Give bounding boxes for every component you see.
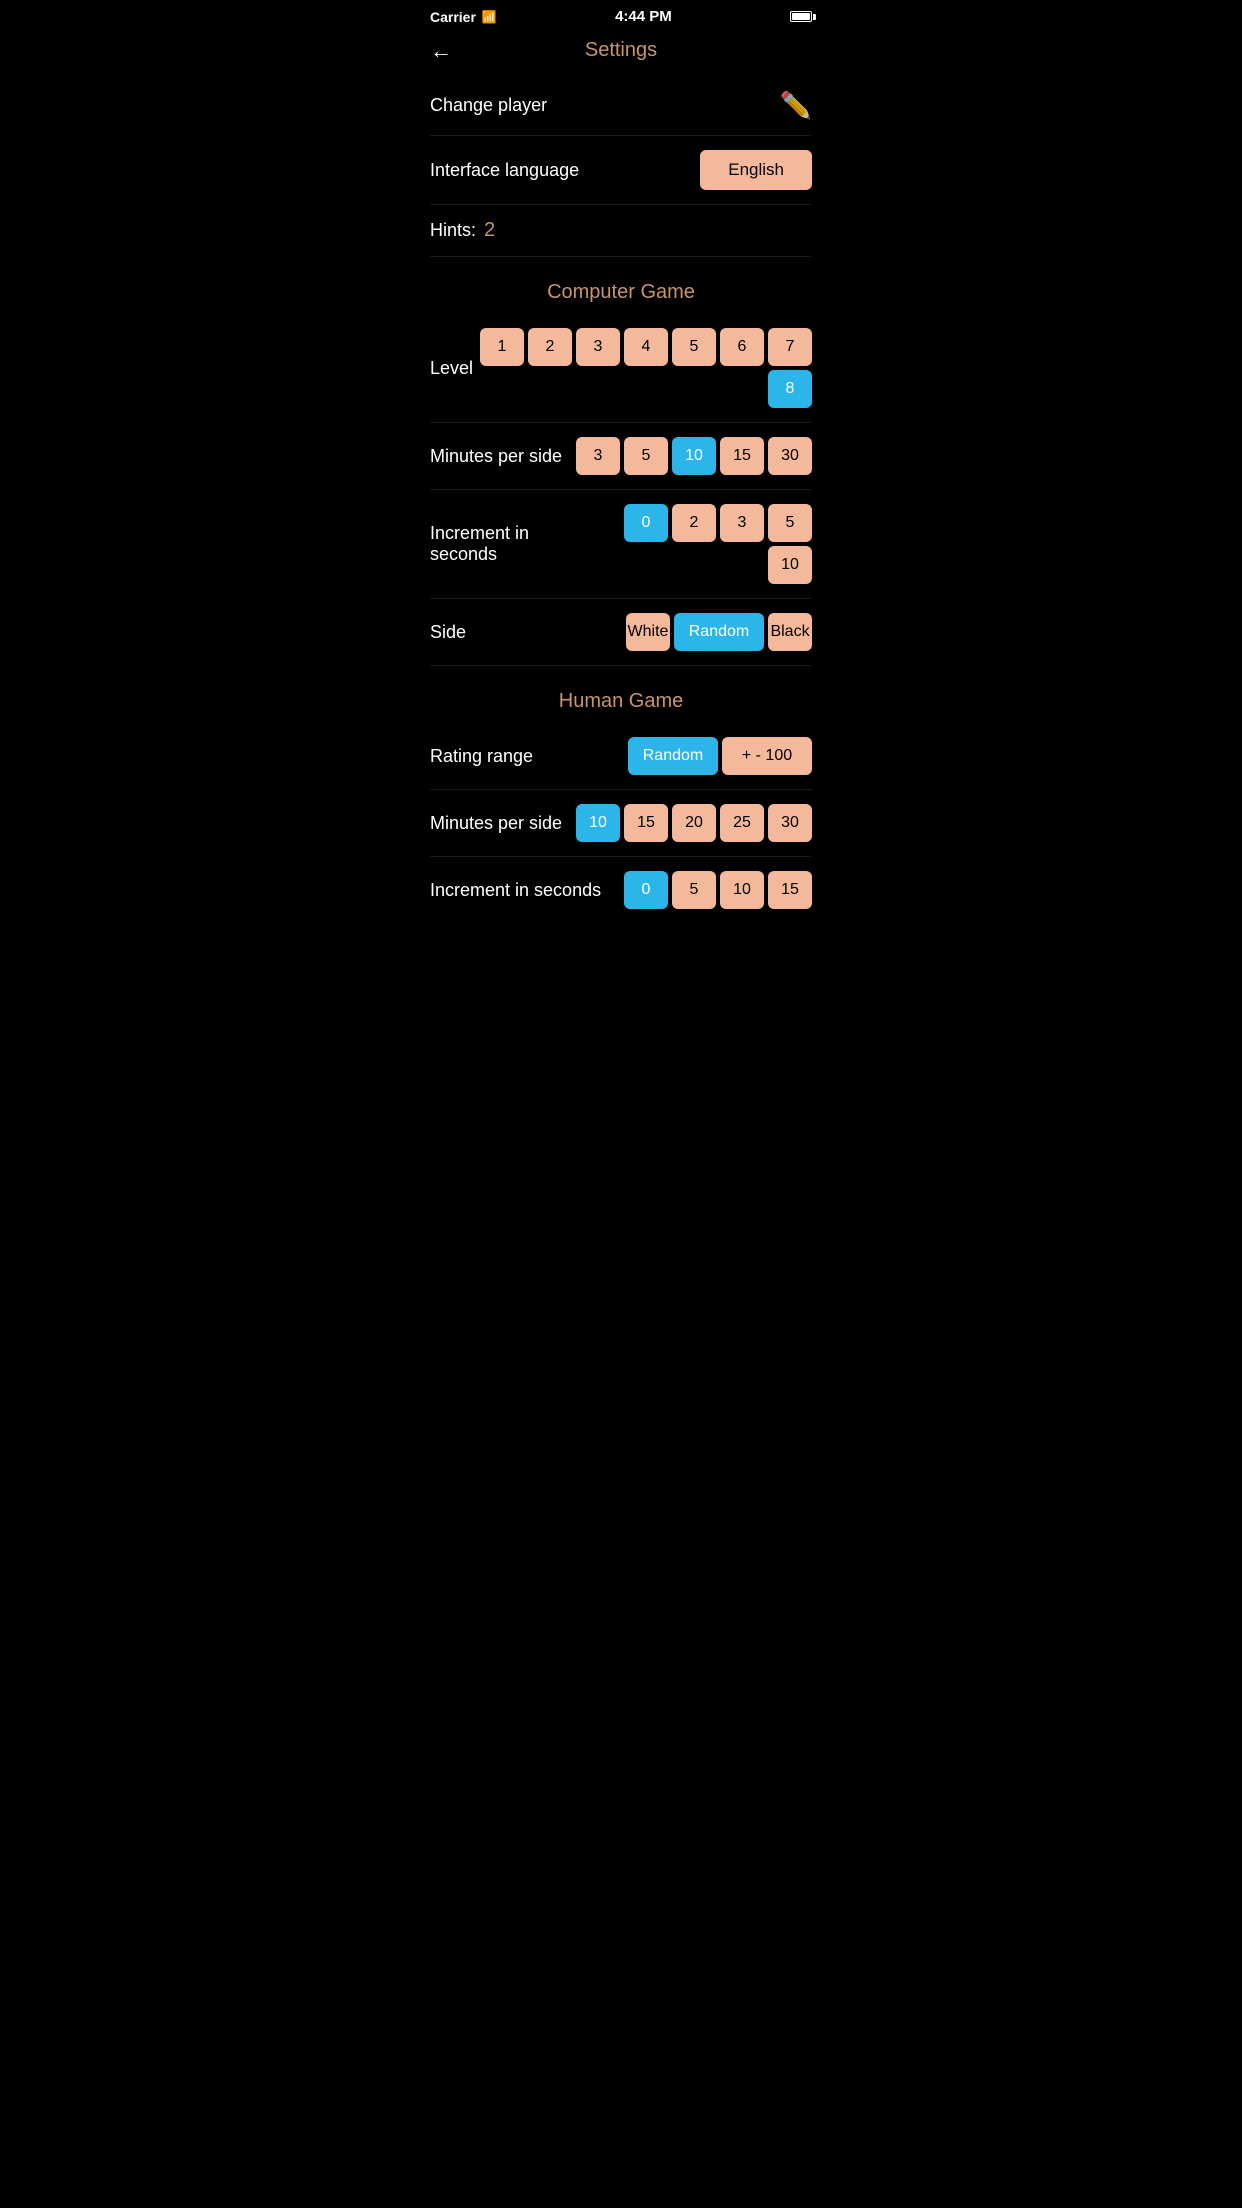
language-button[interactable]: English	[700, 150, 812, 190]
computer-level-row: Level 1234567 8	[430, 314, 812, 422]
computer-minutes-option-15[interactable]: 15	[720, 437, 764, 475]
human-minutes-option-25[interactable]: 25	[720, 804, 764, 842]
human-minutes-option-30[interactable]: 30	[768, 804, 812, 842]
computer-increment-option-5[interactable]: 5	[768, 504, 812, 542]
back-button[interactable]: ←	[430, 38, 452, 64]
computer-increment-option-0[interactable]: 0	[624, 504, 668, 542]
computer-level-option-8[interactable]: 8	[768, 370, 812, 408]
computer-increment-options: 0235 10	[591, 504, 812, 584]
human-minutes-label: Minutes per side	[430, 813, 562, 834]
computer-level-options: 1234567 8	[473, 328, 812, 408]
human-minutes-row: Minutes per side 1015202530	[430, 790, 812, 856]
computer-side-row: Side WhiteRandomBlack	[430, 599, 812, 665]
settings-content: Change player ✏️ Interface language Engl…	[414, 76, 828, 923]
computer-level-label: Level	[430, 358, 473, 379]
carrier-label: Carrier	[430, 9, 476, 25]
computer-level-option-3[interactable]: 3	[576, 328, 620, 366]
computer-level-option-7[interactable]: 7	[768, 328, 812, 366]
human-increment-label: Increment in seconds	[430, 880, 601, 901]
page-title: Settings	[585, 39, 657, 62]
human-rating-option-+---100[interactable]: + - 100	[722, 737, 812, 775]
hints-row: Hints: 2	[430, 205, 812, 256]
change-player-label: Change player	[430, 95, 547, 116]
computer-minutes-option-10[interactable]: 10	[672, 437, 716, 475]
computer-minutes-option-5[interactable]: 5	[624, 437, 668, 475]
interface-language-label: Interface language	[430, 160, 579, 181]
edit-icon[interactable]: ✏️	[780, 90, 812, 121]
computer-minutes-row: Minutes per side 35101530	[430, 423, 812, 489]
computer-level-option-4[interactable]: 4	[624, 328, 668, 366]
status-left: Carrier 📶	[430, 9, 497, 25]
computer-level-option-2[interactable]: 2	[528, 328, 572, 366]
interface-language-row: Interface language English	[430, 136, 812, 204]
human-increment-option-15[interactable]: 15	[768, 871, 812, 909]
computer-increment-option-3[interactable]: 3	[720, 504, 764, 542]
human-rating-row: Rating range Random+ - 100	[430, 723, 812, 789]
time-label: 4:44 PM	[615, 8, 672, 25]
nav-bar: ← Settings	[414, 29, 828, 76]
human-rating-label: Rating range	[430, 746, 533, 767]
computer-side-options: WhiteRandomBlack	[626, 613, 812, 651]
human-minutes-option-15[interactable]: 15	[624, 804, 668, 842]
hints-value: 2	[484, 219, 495, 242]
human-increment-option-0[interactable]: 0	[624, 871, 668, 909]
computer-side-label: Side	[430, 622, 466, 643]
change-player-row: Change player ✏️	[430, 76, 812, 135]
computer-level-option-5[interactable]: 5	[672, 328, 716, 366]
computer-minutes-label: Minutes per side	[430, 446, 562, 467]
computer-increment-option-10[interactable]: 10	[768, 546, 812, 584]
computer-minutes-options: 35101530	[576, 437, 812, 475]
human-rating-option-random[interactable]: Random	[628, 737, 718, 775]
computer-level-option-1[interactable]: 1	[480, 328, 524, 366]
computer-side-option-black[interactable]: Black	[768, 613, 812, 651]
human-increment-option-10[interactable]: 10	[720, 871, 764, 909]
computer-minutes-option-3[interactable]: 3	[576, 437, 620, 475]
wifi-icon: 📶	[482, 10, 497, 24]
status-right	[790, 11, 812, 22]
status-bar: Carrier 📶 4:44 PM	[414, 0, 828, 29]
human-rating-options: Random+ - 100	[628, 737, 812, 775]
computer-increment-label: Increment in seconds	[430, 523, 591, 565]
computer-game-section-header: Computer Game	[430, 257, 812, 314]
computer-minutes-option-30[interactable]: 30	[768, 437, 812, 475]
computer-side-option-random[interactable]: Random	[674, 613, 764, 651]
computer-side-option-white[interactable]: White	[626, 613, 670, 651]
human-minutes-options: 1015202530	[576, 804, 812, 842]
battery-fill	[792, 13, 810, 20]
computer-increment-row: Increment in seconds 0235 10	[430, 490, 812, 598]
human-minutes-option-20[interactable]: 20	[672, 804, 716, 842]
computer-increment-option-2[interactable]: 2	[672, 504, 716, 542]
human-increment-row: Increment in seconds 051015	[430, 857, 812, 923]
battery-icon	[790, 11, 812, 22]
human-game-section-header: Human Game	[430, 666, 812, 723]
human-increment-options: 051015	[624, 871, 812, 909]
human-increment-option-5[interactable]: 5	[672, 871, 716, 909]
hints-label: Hints:	[430, 220, 476, 241]
computer-level-option-6[interactable]: 6	[720, 328, 764, 366]
human-minutes-option-10[interactable]: 10	[576, 804, 620, 842]
